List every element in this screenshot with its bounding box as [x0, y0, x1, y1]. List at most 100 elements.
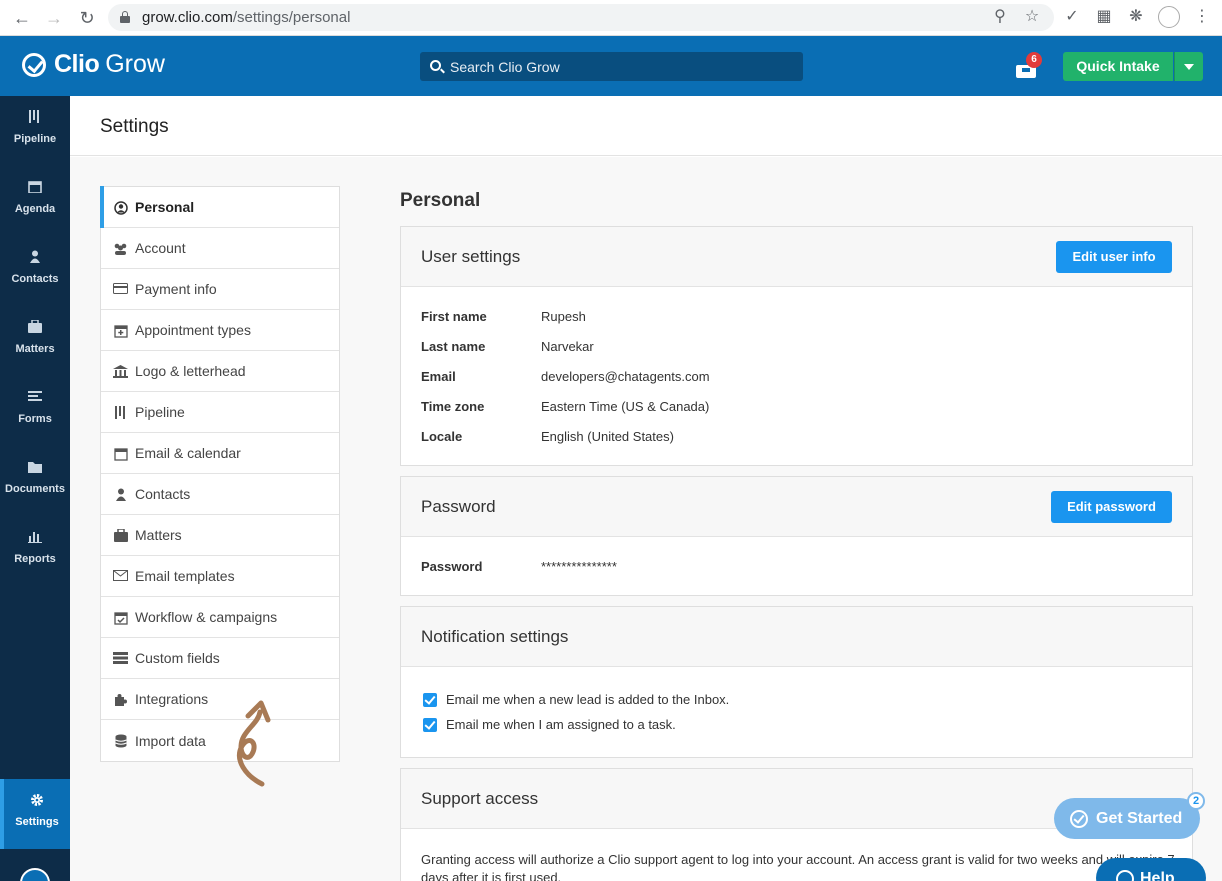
sidebar-label: Reports — [14, 553, 56, 565]
settings-nav-appointment-types[interactable]: Appointment types — [101, 310, 339, 351]
sidebar-item-contacts[interactable]: Contacts — [0, 236, 70, 306]
search-placeholder: Search Clio Grow — [450, 59, 560, 75]
field-label: First name — [421, 309, 487, 324]
settings-nav-pipeline[interactable]: Pipeline — [101, 392, 339, 433]
settings-nav-custom-fields[interactable]: Custom fields — [101, 638, 339, 679]
settings-nav-account[interactable]: Account — [101, 228, 339, 269]
user-settings-card: User settings Edit user info First name … — [400, 226, 1193, 466]
field-value: Rupesh — [541, 309, 586, 324]
puzzle-icon[interactable]: ❋ — [1126, 7, 1146, 27]
global-search[interactable]: Search Clio Grow — [420, 52, 803, 81]
section-title: Personal — [400, 190, 481, 211]
settings-nav-label: Email templates — [135, 568, 235, 584]
get-started-label: Get Started — [1096, 810, 1183, 827]
settings-nav-label: Account — [135, 240, 186, 256]
inbox-badge: 6 — [1026, 52, 1042, 68]
check-circle-icon[interactable]: ✓ — [1062, 7, 1082, 27]
settings-nav-personal[interactable]: Personal — [100, 186, 339, 228]
help-icon — [1116, 870, 1134, 881]
field-value: Narvekar — [541, 339, 594, 354]
page-header: Settings — [70, 96, 1222, 156]
logo-secondary-text: Grow — [105, 50, 165, 78]
lock-icon — [120, 11, 130, 23]
edit-password-button[interactable]: Edit password — [1051, 491, 1172, 523]
help-button[interactable]: Help — [1096, 858, 1206, 881]
calendar-plus-icon — [113, 324, 128, 338]
reload-icon[interactable]: ↻ — [77, 8, 97, 28]
task-assigned-checkbox[interactable] — [423, 718, 437, 732]
clio-grow-logo[interactable]: Clio Grow — [22, 50, 165, 79]
sidebar-label: Pipeline — [13, 133, 57, 145]
field-label: Locale — [421, 429, 463, 444]
quick-intake-dropdown-button[interactable] — [1174, 52, 1203, 81]
settings-nav-label: Personal — [135, 199, 195, 215]
credit-card-icon — [113, 282, 128, 296]
folder-icon — [28, 460, 42, 473]
person-icon — [113, 488, 128, 501]
key-icon[interactable]: ⚲ — [990, 7, 1010, 27]
settings-nav-label: Pipeline — [135, 404, 185, 420]
settings-nav-label: Contacts — [135, 486, 191, 502]
support-description: Granting access will authorize a Clio su… — [421, 852, 1175, 881]
settings-nav-label: Integrations — [135, 691, 209, 707]
qr-code-icon[interactable]: ▦ — [1094, 7, 1114, 27]
password-value: *************** — [541, 559, 617, 574]
sidebar-item-agenda[interactable]: Agenda — [0, 166, 70, 236]
sidebar-item-pipeline[interactable]: Pipeline — [0, 96, 70, 166]
quick-intake-button[interactable]: Quick Intake — [1063, 52, 1173, 81]
settings-nav-matters[interactable]: Matters — [101, 515, 339, 556]
settings-nav: Personal Account Payment info Appointmen… — [100, 186, 340, 762]
url-text: grow.clio.com/settings/personal — [142, 9, 351, 26]
get-started-button[interactable]: Get Started — [1054, 798, 1200, 839]
briefcase-icon — [113, 527, 128, 542]
checkbox-label: Email me when I am assigned to a task. — [446, 717, 676, 732]
sidebar-item-forms[interactable]: Forms — [0, 376, 70, 446]
pipeline-icon — [28, 110, 42, 123]
star-icon[interactable]: ☆ — [1022, 7, 1042, 27]
help-label: Help — [1140, 870, 1175, 881]
settings-nav-label: Email & calendar — [135, 445, 241, 461]
person-icon — [28, 250, 42, 263]
settings-nav-logo-letterhead[interactable]: Logo & letterhead — [101, 351, 339, 392]
settings-nav-contacts[interactable]: Contacts — [101, 474, 339, 515]
profile-avatar[interactable] — [1158, 6, 1180, 28]
sidebar-label: Matters — [15, 343, 55, 355]
new-lead-checkbox[interactable] — [423, 693, 437, 707]
settings-nav-label: Workflow & campaigns — [135, 609, 278, 625]
sidebar-label: Documents — [5, 483, 65, 495]
list-icon — [113, 651, 128, 665]
settings-nav-workflow-campaigns[interactable]: Workflow & campaigns — [101, 597, 339, 638]
password-card: Password Edit password Password ********… — [400, 476, 1193, 596]
logo-primary-text: Clio — [54, 50, 100, 78]
sidebar-item-reports[interactable]: Reports — [0, 516, 70, 586]
settings-nav-import-data[interactable]: Import data — [101, 720, 339, 761]
page-title: Settings — [100, 116, 169, 137]
forward-arrow-icon[interactable]: → — [44, 8, 64, 28]
sidebar-item-settings[interactable]: Settings — [0, 779, 70, 849]
settings-nav-payment-info[interactable]: Payment info — [101, 269, 339, 310]
settings-nav-label: Logo & letterhead — [135, 363, 246, 379]
back-arrow-icon[interactable]: ← — [12, 8, 32, 28]
more-vertical-icon[interactable]: ⋮ — [1192, 7, 1212, 27]
pipeline-icon — [113, 405, 128, 419]
list-icon — [28, 390, 42, 403]
settings-nav-email-templates[interactable]: Email templates — [101, 556, 339, 597]
sidebar-item-matters[interactable]: Matters — [0, 306, 70, 376]
calendar-icon — [28, 180, 42, 194]
field-value: developers@chatagents.com — [541, 369, 710, 384]
settings-nav-label: Matters — [135, 527, 182, 543]
logo-check-icon — [22, 52, 46, 77]
browser-toolbar: ← → ↻ grow.clio.com/settings/personal ⚲ … — [0, 0, 1222, 36]
check-circle-icon — [1070, 810, 1088, 828]
card-title: Password — [421, 497, 496, 516]
gear-icon — [30, 793, 44, 806]
edit-user-info-button[interactable]: Edit user info — [1056, 241, 1172, 273]
briefcase-icon — [28, 319, 42, 333]
address-bar[interactable]: grow.clio.com/settings/personal — [108, 4, 1054, 31]
settings-nav-integrations[interactable]: Integrations — [101, 679, 339, 720]
sidebar-item-documents[interactable]: Documents — [0, 446, 70, 516]
field-value: English (United States) — [541, 429, 674, 444]
sidebar-label: Settings — [15, 816, 59, 828]
field-label: Password — [421, 559, 483, 574]
settings-nav-email-calendar[interactable]: Email & calendar — [101, 433, 339, 474]
